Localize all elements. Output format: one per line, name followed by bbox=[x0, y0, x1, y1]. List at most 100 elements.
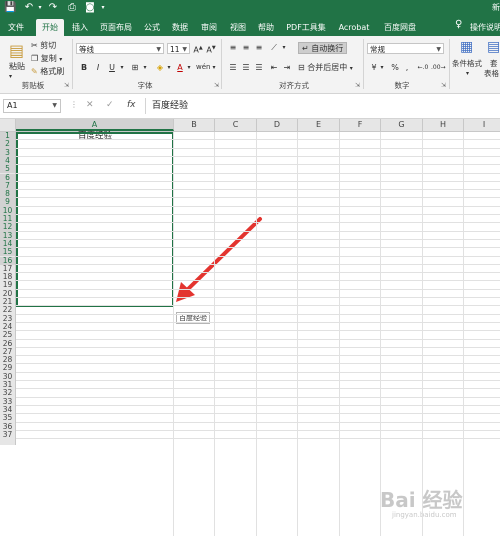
wrap-text-button[interactable]: ↵ 自动换行 bbox=[298, 42, 348, 54]
font-size-value: 11 bbox=[170, 45, 180, 54]
column-header[interactable]: E bbox=[298, 119, 340, 131]
tab-acrobat[interactable]: Acrobat bbox=[334, 19, 374, 36]
increase-decimal-icon[interactable]: ←.0 bbox=[417, 62, 429, 73]
orientation-dropdown-icon[interactable]: ▾ bbox=[280, 42, 288, 53]
column-header[interactable]: G bbox=[381, 119, 423, 131]
customize-icon[interactable]: ▾ bbox=[99, 2, 107, 14]
gridline bbox=[16, 189, 500, 191]
print-preview-icon[interactable]: ⎙ bbox=[66, 2, 78, 14]
row-header[interactable]: 37 bbox=[0, 430, 15, 439]
number-format-select[interactable]: 常规 ▼ bbox=[367, 43, 444, 54]
number-launcher-icon[interactable]: ⇲ bbox=[441, 82, 446, 89]
merge-dropdown-icon[interactable]: ▾ bbox=[350, 65, 353, 72]
insert-function-icon[interactable]: fx bbox=[127, 100, 136, 110]
copy-dropdown-icon[interactable]: ▾ bbox=[59, 56, 62, 63]
cancel-icon[interactable]: ✕ bbox=[86, 100, 94, 110]
align-middle-icon[interactable]: ≡ bbox=[240, 42, 252, 53]
align-center-icon[interactable]: ☰ bbox=[240, 62, 252, 73]
gridline bbox=[16, 272, 500, 274]
decrease-decimal-icon[interactable]: .00→ bbox=[431, 62, 446, 73]
phonetic-dropdown-icon[interactable]: ▾ bbox=[210, 62, 218, 73]
format-table-icon[interactable]: ▤ bbox=[487, 39, 500, 55]
tell-me-search[interactable]: 操作说明搜索 bbox=[470, 19, 500, 36]
font-size-select[interactable]: 11 ▼ bbox=[167, 43, 190, 54]
gridline bbox=[16, 280, 500, 282]
chevron-down-icon: ▼ bbox=[156, 46, 161, 53]
tab-insert[interactable]: 插入 bbox=[68, 19, 92, 36]
bold-button[interactable]: B bbox=[78, 62, 90, 73]
format-painter-button[interactable]: ✎ 格式刷 bbox=[31, 66, 64, 77]
decrease-indent-icon[interactable]: ⇤ bbox=[268, 62, 280, 73]
worksheet-grid[interactable]: ABCDEFGHI 1 2 3 4 5 6 7 8 9 10 11 12 13 14 15 16 17 18 19 2… bbox=[0, 119, 500, 536]
tab-pdf-tools[interactable]: PDF工具集 bbox=[283, 19, 329, 36]
enter-icon[interactable]: ✓ bbox=[106, 100, 114, 110]
gridline bbox=[16, 197, 500, 199]
tab-home[interactable]: 开始 bbox=[36, 19, 64, 36]
percent-button[interactable]: % bbox=[389, 62, 401, 73]
tab-baidu-netdisk[interactable]: 百度网盘 bbox=[380, 19, 420, 36]
column-header[interactable]: H bbox=[423, 119, 464, 131]
chevron-down-icon: ▼ bbox=[52, 102, 57, 109]
copy-button[interactable]: ❐ 复制 ▾ bbox=[31, 53, 62, 65]
tab-view[interactable]: 视图 bbox=[226, 19, 250, 36]
save-icon[interactable]: 💾 bbox=[4, 2, 16, 14]
column-header[interactable]: A bbox=[16, 119, 174, 131]
tab-help[interactable]: 帮助 bbox=[254, 19, 278, 36]
camera-icon[interactable]: ◙ bbox=[84, 2, 96, 14]
cut-button[interactable]: ✂ 剪切 bbox=[31, 40, 56, 51]
align-left-icon[interactable]: ☰ bbox=[227, 62, 239, 73]
divider bbox=[221, 39, 222, 89]
column-header[interactable]: F bbox=[340, 119, 381, 131]
border-dropdown-icon[interactable]: ▾ bbox=[141, 62, 149, 73]
column-header[interactable]: D bbox=[257, 119, 298, 131]
formula-input[interactable]: 百度经验 bbox=[145, 98, 499, 114]
underline-button[interactable]: U bbox=[106, 62, 118, 73]
font-launcher-icon[interactable]: ⇲ bbox=[214, 82, 219, 89]
tab-file[interactable]: 文件 bbox=[4, 19, 28, 36]
gridline bbox=[16, 155, 500, 157]
comma-button[interactable]: , bbox=[401, 62, 413, 73]
gridline bbox=[16, 380, 500, 381]
italic-button[interactable]: I bbox=[92, 62, 104, 73]
fill-dropdown-icon[interactable]: ▾ bbox=[165, 62, 173, 73]
increase-indent-icon[interactable]: ⇥ bbox=[281, 62, 293, 73]
undo-dropdown-icon[interactable]: ▾ bbox=[36, 2, 44, 14]
formula-bar: A1 ▼ ⋮ ✕ ✓ fx 百度经验 bbox=[0, 94, 500, 119]
chevron-down-icon: ▼ bbox=[436, 46, 441, 53]
column-header[interactable]: I bbox=[464, 119, 500, 131]
currency-dropdown-icon[interactable]: ▾ bbox=[378, 62, 386, 73]
tab-formulas[interactable]: 公式 bbox=[140, 19, 164, 36]
name-box[interactable]: A1 ▼ bbox=[3, 99, 61, 113]
paste-icon[interactable]: ▤ bbox=[9, 41, 27, 61]
border-icon[interactable]: ⊞ bbox=[129, 62, 141, 73]
font-color-dropdown-icon[interactable]: ▾ bbox=[185, 62, 193, 73]
conditional-format-icon[interactable]: ▦ bbox=[460, 39, 473, 55]
decrease-font-icon[interactable]: A▼ bbox=[205, 43, 217, 55]
conditional-dropdown-icon[interactable]: ▾ bbox=[466, 68, 469, 79]
gridline bbox=[16, 371, 500, 373]
tab-review[interactable]: 审阅 bbox=[197, 19, 221, 36]
alignment-group-label: 对齐方式 bbox=[279, 81, 309, 90]
undo-icon[interactable]: ↶ bbox=[22, 2, 36, 14]
underline-dropdown-icon[interactable]: ▾ bbox=[118, 62, 126, 73]
tab-page-layout[interactable]: 页面布局 bbox=[96, 19, 136, 36]
orientation-icon[interactable]: ⟋ bbox=[268, 42, 280, 53]
column-header[interactable]: B bbox=[174, 119, 215, 131]
format-table-label-2[interactable]: 表格 bbox=[484, 68, 499, 79]
paste-dropdown-icon[interactable]: ▾ bbox=[9, 71, 12, 82]
align-right-icon[interactable]: ☰ bbox=[253, 62, 265, 73]
divider bbox=[449, 39, 450, 89]
phonetic-icon[interactable]: wén bbox=[196, 62, 210, 73]
redo-icon[interactable]: ↷ bbox=[47, 2, 59, 14]
select-all-corner[interactable] bbox=[0, 119, 16, 131]
merge-center-button[interactable]: ⊟ 合并后居中 ▾ bbox=[298, 62, 353, 74]
gridline bbox=[16, 330, 500, 332]
font-name-select[interactable]: 等线 ▼ bbox=[76, 43, 164, 54]
clipboard-launcher-icon[interactable]: ⇲ bbox=[64, 82, 69, 89]
alignment-launcher-icon[interactable]: ⇲ bbox=[355, 82, 360, 89]
column-header[interactable]: C bbox=[215, 119, 257, 131]
align-bottom-icon[interactable]: ≡ bbox=[253, 42, 265, 53]
increase-font-icon[interactable]: A▲ bbox=[192, 43, 204, 55]
align-top-icon[interactable]: ≡ bbox=[227, 42, 239, 53]
tab-data[interactable]: 数据 bbox=[168, 19, 192, 36]
